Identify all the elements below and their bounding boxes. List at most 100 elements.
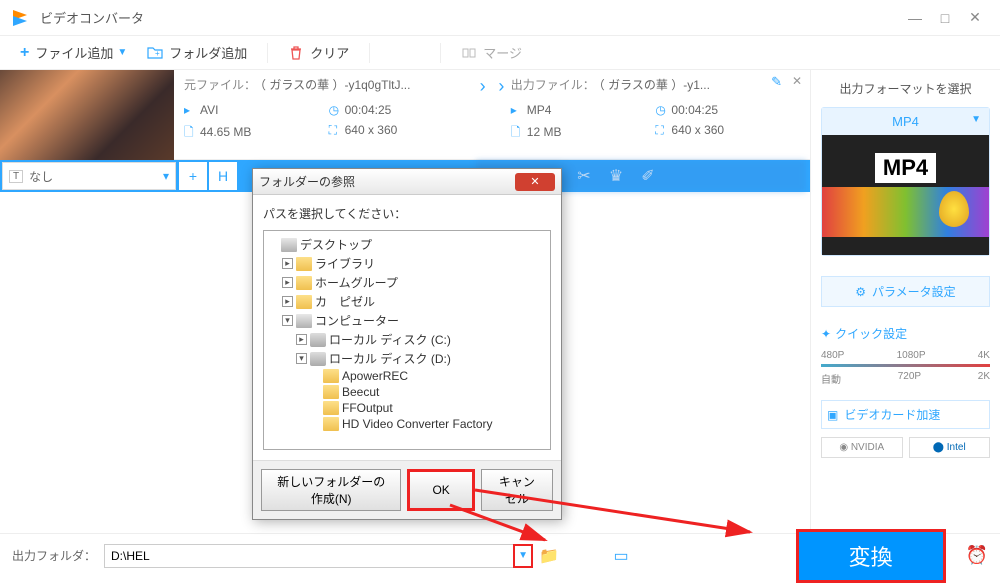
edit-filename-button[interactable]: ✎ <box>771 74 782 90</box>
gpu-nvidia[interactable]: ◉ NVIDIA <box>821 437 903 458</box>
chevron-right-icon: › <box>498 76 504 97</box>
output-format-title: 出力フォーマットを選択 <box>821 80 990 97</box>
gpu-intel[interactable]: ⬤ Intel <box>909 437 991 458</box>
src-file-name: （ ガラスの華 ）-y1q0gTltJ... <box>260 78 410 92</box>
tree-node-homegroup[interactable]: ▸ホームグループ <box>268 273 546 292</box>
tree-node-drive-c[interactable]: ▸ローカル ディスク (C:) <box>268 330 546 349</box>
format-label: MP4 <box>892 114 919 129</box>
file-icon: 🗋 <box>511 123 527 144</box>
res-auto: 自動 <box>821 371 841 386</box>
tree-node-folder[interactable]: HD Video Converter Factory <box>268 416 546 432</box>
hardware-accel-button[interactable]: ▣ ビデオカード加速 <box>821 400 990 429</box>
sidebar: 出力フォーマットを選択 MP4 ▼ MP4 ⚙ パラメータ設定 ✦ クイック設定… <box>810 70 1000 533</box>
subtitle-t-icon: T <box>9 170 23 183</box>
dialog-prompt: パスを選択してください： <box>263 205 551 222</box>
out-format: MP4 <box>527 103 552 117</box>
add-file-label: ファイル追加 <box>35 43 113 62</box>
out-file-name: （ ガラスの華 ）-y1... <box>599 78 710 92</box>
resolution-icon: ⛶ <box>655 123 671 138</box>
out-size: 12 MB <box>527 125 562 139</box>
open-output-button[interactable]: ▭ <box>605 546 637 566</box>
chevron-down-icon: ▼ <box>117 47 127 58</box>
dialog-close-button[interactable]: ✕ <box>515 173 555 191</box>
add-folder-label: フォルダ追加 <box>169 43 247 62</box>
src-duration: 00:04:25 <box>345 103 392 117</box>
intel-icon: ⬤ <box>933 442 944 453</box>
cancel-button[interactable]: キャンセル <box>481 469 553 511</box>
out-res: 640 x 360 <box>671 123 724 137</box>
src-size: 44.65 MB <box>200 125 251 139</box>
tree-node-desktop[interactable]: デスクトップ <box>268 235 546 254</box>
resolution-slider[interactable]: 480P 1080P 4K 自動 720P 2K <box>821 350 990 386</box>
tree-node-drive-d[interactable]: ▾ローカル ディスク (D:) <box>268 349 546 368</box>
res-1080p: 1080P <box>897 350 926 361</box>
merge-button[interactable]: マージ <box>451 39 532 66</box>
new-folder-button[interactable]: 新しいフォルダーの作成(N) <box>261 469 401 511</box>
maximize-button[interactable]: □ <box>930 10 960 26</box>
separator <box>440 43 441 63</box>
dialog-titlebar: フォルダーの参照 ✕ <box>253 169 561 195</box>
tree-node-folder[interactable]: ApowerREC <box>268 368 546 384</box>
src-res: 640 x 360 <box>345 123 398 137</box>
add-folder-button[interactable]: + フォルダ追加 <box>137 39 257 66</box>
output-folder-label: 出力フォルダ： <box>12 547 96 564</box>
out-duration: 00:04:25 <box>671 103 718 117</box>
output-folder-input[interactable] <box>104 544 514 568</box>
window-title: ビデオコンバータ <box>40 8 900 27</box>
add-subtitle-button[interactable]: + <box>179 162 207 190</box>
format-badge: MP4 <box>875 153 936 183</box>
video-icon: ▸ <box>511 103 527 117</box>
clock-icon: ◷ <box>655 103 671 117</box>
src-file-label: 元ファイル： <box>184 78 256 92</box>
add-file-button[interactable]: + ファイル追加 ▼ <box>10 39 137 66</box>
remove-file-button[interactable]: ✕ <box>792 74 802 88</box>
sliders-icon: ⚙ <box>855 285 866 299</box>
clear-label: クリア <box>310 43 349 62</box>
clear-button[interactable]: クリア <box>278 39 359 66</box>
video-icon: ▸ <box>184 103 200 117</box>
scheduler-button[interactable]: ⏰ <box>966 545 988 566</box>
chevron-down-icon: ▼ <box>971 114 981 125</box>
quick-settings-label: ✦ クイック設定 <box>821 325 990 342</box>
subtitle-value: なし <box>29 168 53 185</box>
res-480p: 480P <box>821 350 844 361</box>
parameter-settings-button[interactable]: ⚙ パラメータ設定 <box>821 276 990 307</box>
res-4k: 4K <box>978 350 990 361</box>
format-preview: MP4 <box>822 135 989 255</box>
tree-node-computer[interactable]: ▾コンピューター <box>268 311 546 330</box>
folder-dropdown-button[interactable]: ▼ <box>513 544 533 568</box>
dialog-buttons: 新しいフォルダーの作成(N) OK キャンセル <box>253 460 561 519</box>
folder-tree[interactable]: デスクトップ ▸ライブラリ ▸ホームグループ ▸カ ピゼル ▾コンピューター ▸… <box>263 230 551 450</box>
trash-icon <box>288 45 304 61</box>
tree-node-libraries[interactable]: ▸ライブラリ <box>268 254 546 273</box>
video-thumbnail[interactable] <box>0 70 174 160</box>
out-file-label: 出力ファイル： <box>511 78 595 92</box>
folder-plus-icon: + <box>147 45 163 61</box>
param-label: パラメータ設定 <box>872 283 956 300</box>
merge-label: マージ <box>483 43 522 62</box>
dialog-title: フォルダーの参照 <box>259 173 515 190</box>
bottom-bar: 出力フォルダ： ▼ 📁 ▭ 変換 ⏰ <box>0 533 1000 577</box>
res-2k: 2K <box>978 371 990 386</box>
format-selector[interactable]: MP4 ▼ MP4 <box>821 107 990 256</box>
svg-text:+: + <box>155 49 160 58</box>
star-icon: ✦ <box>821 327 831 341</box>
folder-browse-dialog: フォルダーの参照 ✕ パスを選択してください： デスクトップ ▸ライブラリ ▸ホ… <box>252 168 562 520</box>
convert-button[interactable]: 変換 <box>796 529 946 583</box>
merge-icon <box>461 45 477 61</box>
nvidia-icon: ◉ <box>839 442 848 453</box>
tree-node-folder[interactable]: FFOutput <box>268 400 546 416</box>
file-icon: 🗋 <box>184 123 200 144</box>
tree-node-user[interactable]: ▸カ ピゼル <box>268 292 546 311</box>
open-folder-button[interactable]: 📁 <box>533 546 565 566</box>
subtitle-select[interactable]: T なし ▾ <box>2 162 176 190</box>
main-toolbar: + ファイル追加 ▼ + フォルダ追加 クリア マージ <box>0 36 1000 70</box>
subtitle-h-button[interactable]: H <box>209 162 237 190</box>
tree-node-folder[interactable]: Beecut <box>268 384 546 400</box>
gpu-options: ◉ NVIDIA ⬤ Intel <box>821 437 990 458</box>
ok-button[interactable]: OK <box>407 469 474 511</box>
minimize-button[interactable]: — <box>900 10 930 26</box>
chevron-right-icon: › <box>480 76 486 97</box>
chevron-down-icon: ▾ <box>163 169 169 183</box>
close-button[interactable]: ✕ <box>960 9 990 26</box>
